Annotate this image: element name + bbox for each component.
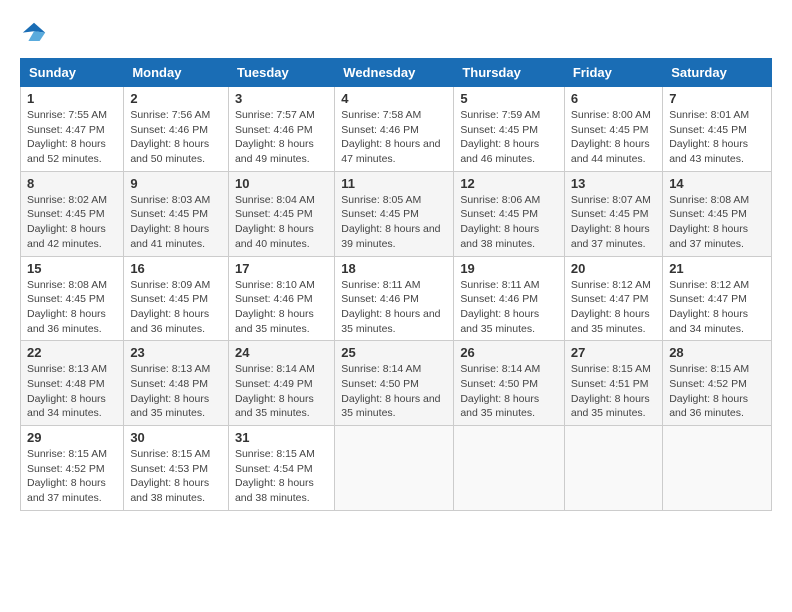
calendar-day-20: 20Sunrise: 8:12 AMSunset: 4:47 PMDayligh… [564, 256, 662, 341]
calendar-week-3: 15Sunrise: 8:08 AMSunset: 4:45 PMDayligh… [21, 256, 772, 341]
calendar-day-8: 8Sunrise: 8:02 AMSunset: 4:45 PMDaylight… [21, 171, 124, 256]
calendar-day-6: 6Sunrise: 8:00 AMSunset: 4:45 PMDaylight… [564, 87, 662, 172]
calendar-day-30: 30Sunrise: 8:15 AMSunset: 4:53 PMDayligh… [124, 426, 229, 511]
calendar-day-9: 9Sunrise: 8:03 AMSunset: 4:45 PMDaylight… [124, 171, 229, 256]
calendar-empty-cell [663, 426, 772, 511]
calendar-day-10: 10Sunrise: 8:04 AMSunset: 4:45 PMDayligh… [228, 171, 334, 256]
calendar-day-27: 27Sunrise: 8:15 AMSunset: 4:51 PMDayligh… [564, 341, 662, 426]
calendar-day-14: 14Sunrise: 8:08 AMSunset: 4:45 PMDayligh… [663, 171, 772, 256]
column-header-wednesday: Wednesday [335, 59, 454, 87]
calendar-day-2: 2Sunrise: 7:56 AMSunset: 4:46 PMDaylight… [124, 87, 229, 172]
calendar-empty-cell [335, 426, 454, 511]
calendar-day-7: 7Sunrise: 8:01 AMSunset: 4:45 PMDaylight… [663, 87, 772, 172]
calendar-day-16: 16Sunrise: 8:09 AMSunset: 4:45 PMDayligh… [124, 256, 229, 341]
column-header-thursday: Thursday [454, 59, 565, 87]
calendar-day-31: 31Sunrise: 8:15 AMSunset: 4:54 PMDayligh… [228, 426, 334, 511]
calendar-day-1: 1Sunrise: 7:55 AMSunset: 4:47 PMDaylight… [21, 87, 124, 172]
calendar-day-11: 11Sunrise: 8:05 AMSunset: 4:45 PMDayligh… [335, 171, 454, 256]
calendar-header-row: SundayMondayTuesdayWednesdayThursdayFrid… [21, 59, 772, 87]
logo-icon [20, 20, 48, 48]
calendar-day-28: 28Sunrise: 8:15 AMSunset: 4:52 PMDayligh… [663, 341, 772, 426]
calendar-day-18: 18Sunrise: 8:11 AMSunset: 4:46 PMDayligh… [335, 256, 454, 341]
column-header-monday: Monday [124, 59, 229, 87]
calendar-week-5: 29Sunrise: 8:15 AMSunset: 4:52 PMDayligh… [21, 426, 772, 511]
calendar-week-4: 22Sunrise: 8:13 AMSunset: 4:48 PMDayligh… [21, 341, 772, 426]
calendar-day-25: 25Sunrise: 8:14 AMSunset: 4:50 PMDayligh… [335, 341, 454, 426]
page-header [20, 20, 772, 48]
calendar-day-19: 19Sunrise: 8:11 AMSunset: 4:46 PMDayligh… [454, 256, 565, 341]
calendar-day-23: 23Sunrise: 8:13 AMSunset: 4:48 PMDayligh… [124, 341, 229, 426]
calendar-day-22: 22Sunrise: 8:13 AMSunset: 4:48 PMDayligh… [21, 341, 124, 426]
calendar-day-17: 17Sunrise: 8:10 AMSunset: 4:46 PMDayligh… [228, 256, 334, 341]
calendar-day-12: 12Sunrise: 8:06 AMSunset: 4:45 PMDayligh… [454, 171, 565, 256]
calendar-day-21: 21Sunrise: 8:12 AMSunset: 4:47 PMDayligh… [663, 256, 772, 341]
column-header-tuesday: Tuesday [228, 59, 334, 87]
calendar-day-24: 24Sunrise: 8:14 AMSunset: 4:49 PMDayligh… [228, 341, 334, 426]
calendar-day-13: 13Sunrise: 8:07 AMSunset: 4:45 PMDayligh… [564, 171, 662, 256]
calendar-empty-cell [454, 426, 565, 511]
column-header-saturday: Saturday [663, 59, 772, 87]
calendar-day-4: 4Sunrise: 7:58 AMSunset: 4:46 PMDaylight… [335, 87, 454, 172]
calendar-day-15: 15Sunrise: 8:08 AMSunset: 4:45 PMDayligh… [21, 256, 124, 341]
calendar-day-26: 26Sunrise: 8:14 AMSunset: 4:50 PMDayligh… [454, 341, 565, 426]
calendar-week-1: 1Sunrise: 7:55 AMSunset: 4:47 PMDaylight… [21, 87, 772, 172]
logo [20, 20, 52, 48]
column-header-sunday: Sunday [21, 59, 124, 87]
calendar-day-29: 29Sunrise: 8:15 AMSunset: 4:52 PMDayligh… [21, 426, 124, 511]
calendar-day-3: 3Sunrise: 7:57 AMSunset: 4:46 PMDaylight… [228, 87, 334, 172]
column-header-friday: Friday [564, 59, 662, 87]
calendar-empty-cell [564, 426, 662, 511]
calendar-week-2: 8Sunrise: 8:02 AMSunset: 4:45 PMDaylight… [21, 171, 772, 256]
calendar-day-5: 5Sunrise: 7:59 AMSunset: 4:45 PMDaylight… [454, 87, 565, 172]
calendar-table: SundayMondayTuesdayWednesdayThursdayFrid… [20, 58, 772, 511]
